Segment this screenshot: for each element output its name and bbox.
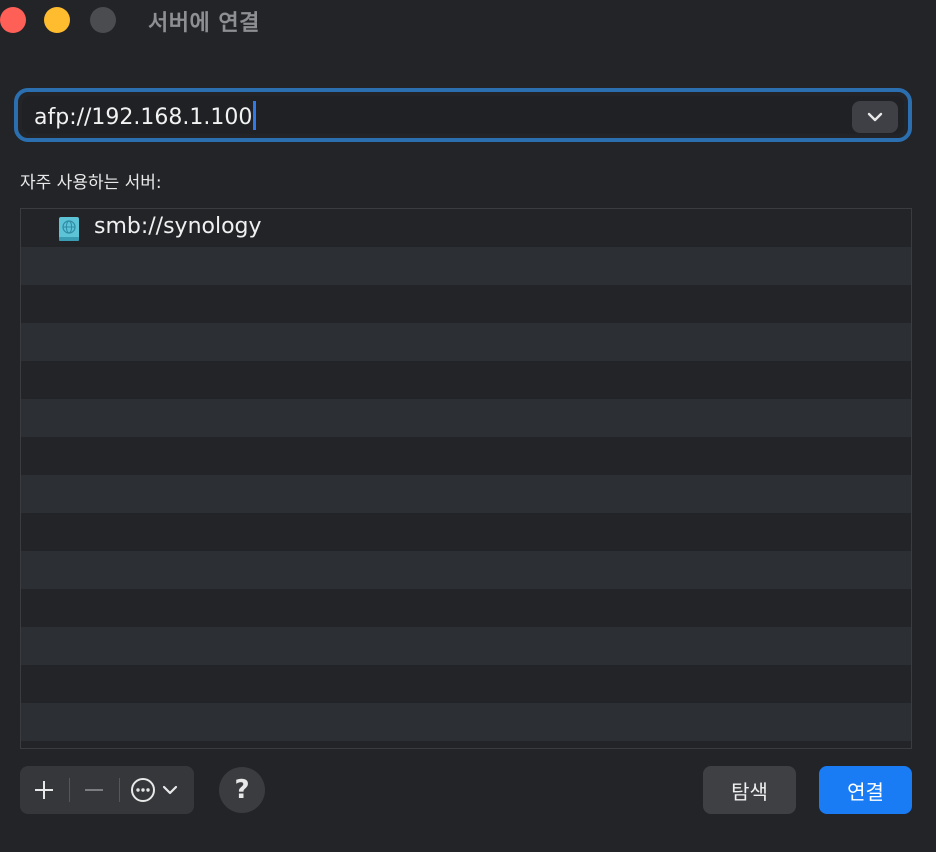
- list-item-empty: [21, 437, 911, 475]
- connect-button[interactable]: 연결: [819, 766, 912, 814]
- list-item-empty: [21, 361, 911, 399]
- list-item-empty: [21, 247, 911, 285]
- server-address-field[interactable]: afp://192.168.1.100: [22, 96, 904, 134]
- plus-icon: [35, 781, 53, 799]
- recent-servers-dropdown-button[interactable]: [852, 101, 898, 133]
- title-bar: 서버에 연결: [0, 0, 936, 50]
- favorite-server-label: smb://synology: [94, 214, 262, 239]
- text-cursor: [253, 101, 257, 130]
- list-item-empty: [21, 551, 911, 589]
- favorite-servers-label: 자주 사용하는 서버:: [20, 173, 162, 193]
- minimize-window-button[interactable]: [44, 7, 70, 33]
- list-item-empty: [21, 513, 911, 551]
- close-window-button[interactable]: [0, 7, 26, 33]
- list-item-empty: [21, 323, 911, 361]
- list-item-empty: [21, 399, 911, 437]
- favorite-servers-list[interactable]: smb://synology: [20, 208, 912, 749]
- list-actions-segmented-control: [20, 766, 194, 814]
- list-item-empty: [21, 285, 911, 323]
- window-title: 서버에 연결: [148, 11, 260, 36]
- help-button[interactable]: ?: [219, 767, 265, 813]
- list-item-empty: [21, 665, 911, 703]
- chevron-down-icon: [867, 112, 883, 122]
- minus-icon: [85, 789, 103, 791]
- network-server-icon: [59, 217, 79, 241]
- zoom-window-button: [90, 7, 116, 33]
- server-address-field-focus-ring: afp://192.168.1.100: [14, 88, 912, 142]
- ellipsis-circle-icon: [131, 778, 178, 802]
- browse-button[interactable]: 탐색: [703, 766, 796, 814]
- list-item-empty: [21, 475, 911, 513]
- list-item-empty: [21, 741, 911, 748]
- server-address-value: afp://192.168.1.100: [34, 105, 253, 130]
- list-item-empty: [21, 627, 911, 665]
- remove-server-button[interactable]: [70, 766, 118, 814]
- add-server-button[interactable]: [20, 766, 68, 814]
- more-actions-button[interactable]: [120, 766, 194, 814]
- list-item[interactable]: smb://synology: [21, 209, 911, 247]
- list-item-empty: [21, 589, 911, 627]
- list-item-empty: [21, 703, 911, 741]
